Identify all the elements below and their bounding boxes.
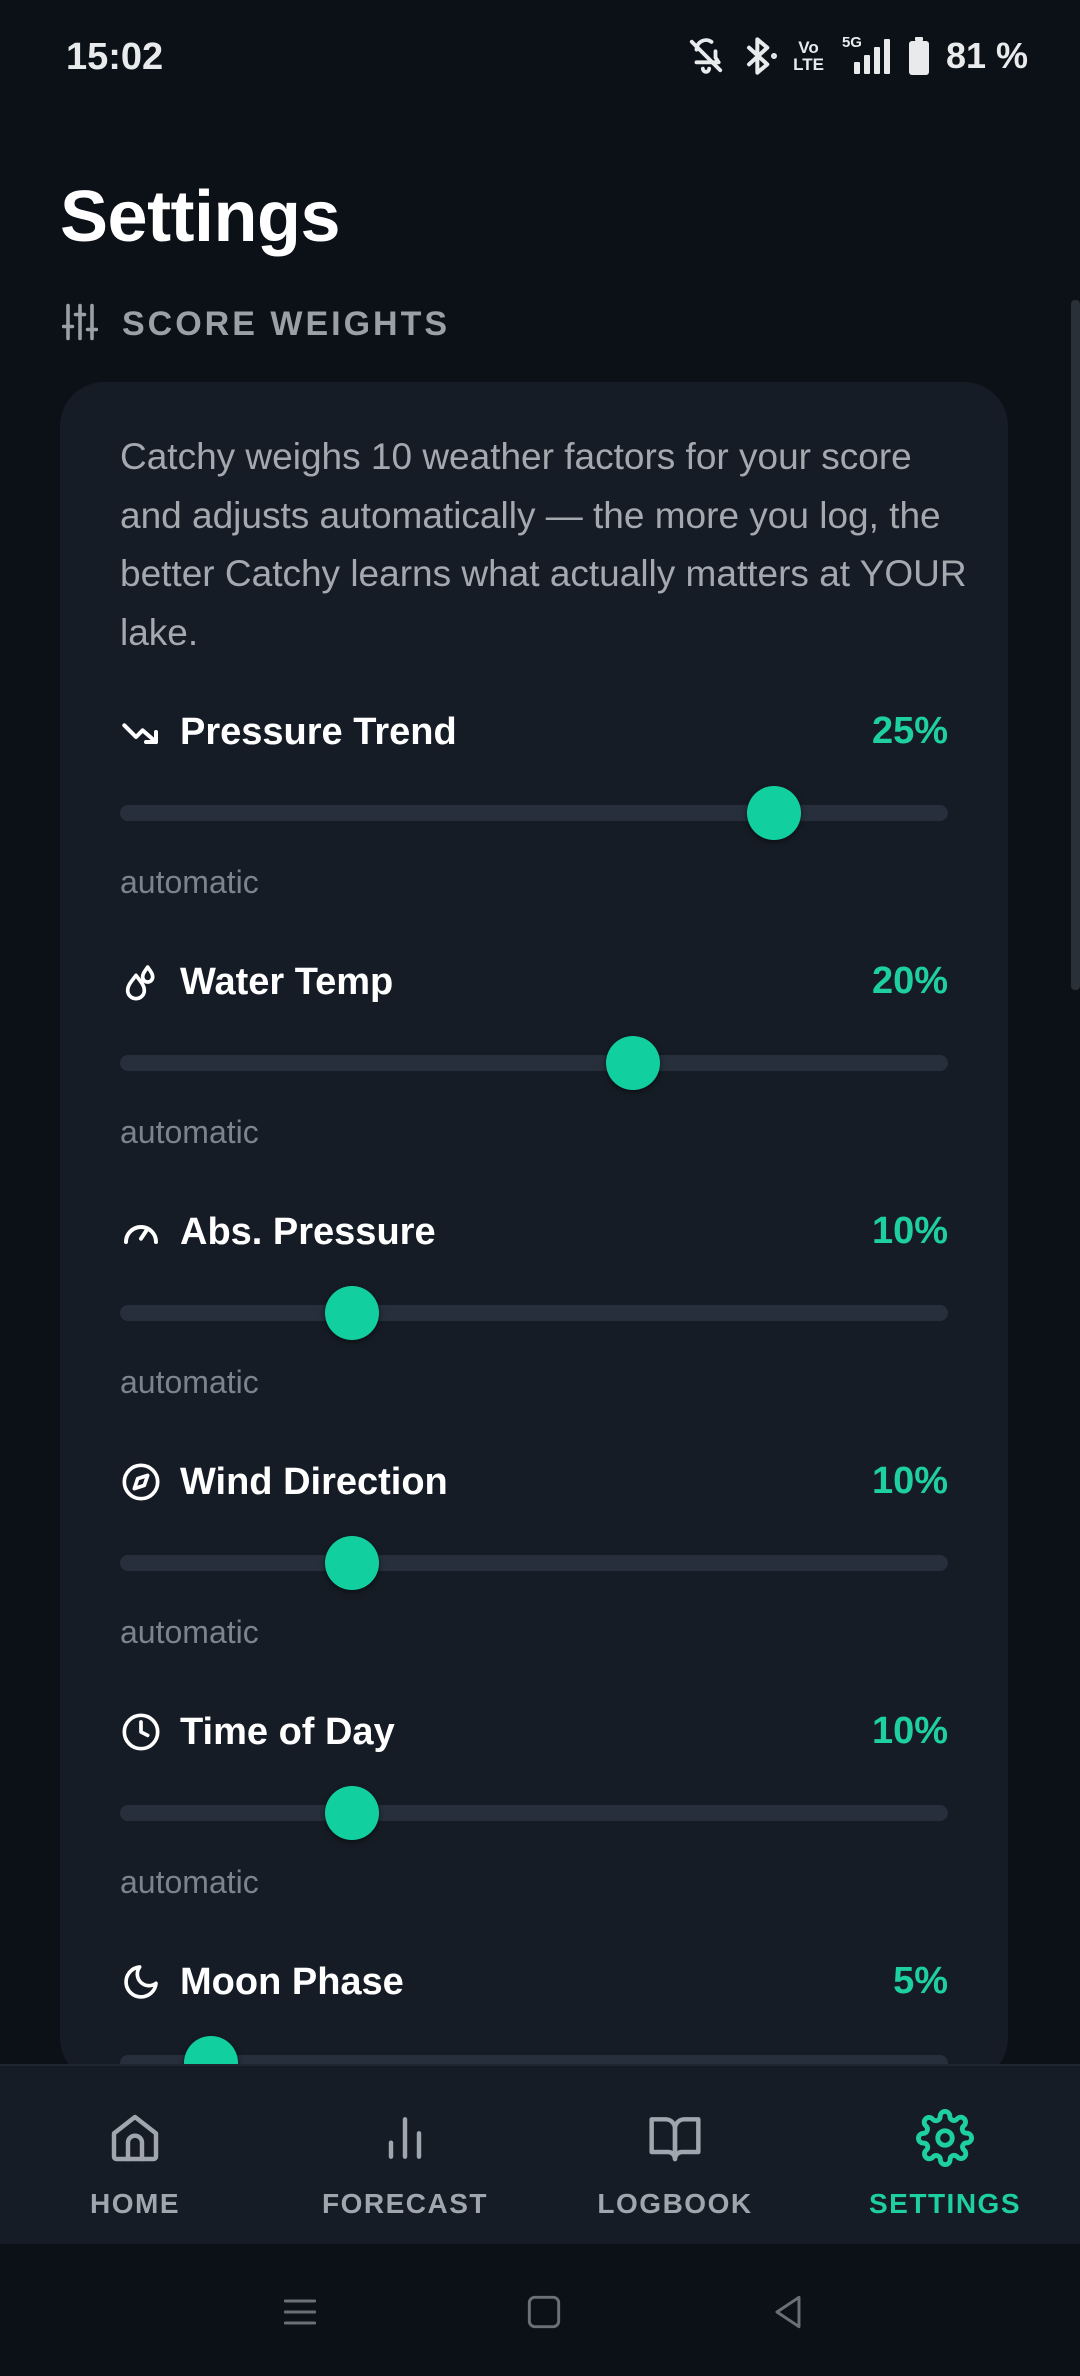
weight-mode: automatic	[120, 1614, 259, 1650]
weight-row-pressure-trend: Pressure Trend 25% automatic	[120, 702, 948, 922]
clock-icon	[120, 1711, 162, 1753]
weight-mode: automatic	[120, 1864, 259, 1900]
weight-slider-thumb[interactable]	[324, 1786, 379, 1840]
bell-off-icon	[687, 36, 725, 76]
trending-down-icon	[120, 711, 162, 753]
bottom-nav: HOME FORECAST LOGBOOK SETTINGS	[0, 2064, 1080, 2244]
page-title: Settings	[60, 177, 341, 257]
signal-icon: 5G	[838, 34, 894, 76]
battery-percent: 81 %	[945, 35, 1028, 76]
weight-row-water-temp: Water Temp 20% automatic	[120, 952, 948, 1172]
weight-row-time-of-day: Time of Day 10% automatic	[120, 1702, 948, 1922]
nav-forecast[interactable]: FORECAST	[270, 2066, 540, 2246]
droplets-icon	[120, 961, 162, 1003]
score-weights-card: Catchy weighs 10 weather factors for you…	[60, 382, 1008, 2150]
back-triangle-icon[interactable]	[760, 2284, 816, 2340]
weight-slider-track[interactable]	[120, 1305, 948, 1321]
weight-label: Moon Phase	[180, 1960, 404, 2003]
nav-logbook-label: LOGBOOK	[597, 2188, 753, 2219]
score-weights-description: Catchy weighs 10 weather factors for you…	[120, 436, 967, 653]
compass-icon	[120, 1461, 162, 1503]
scrollbar[interactable]	[1071, 300, 1080, 990]
home-icon	[105, 2108, 165, 2168]
bar-chart-icon	[375, 2108, 435, 2168]
weight-value: 5%	[893, 1960, 948, 2002]
weight-mode: automatic	[120, 1364, 259, 1400]
gauge-icon	[120, 1211, 162, 1253]
weight-slider-track[interactable]	[120, 1555, 948, 1571]
book-open-icon	[645, 2108, 705, 2168]
weight-slider-thumb[interactable]	[747, 786, 802, 840]
status-time: 15:02	[66, 36, 164, 78]
weight-slider-track[interactable]	[120, 1055, 948, 1071]
volte-bottom-label: LTE	[793, 55, 824, 74]
weight-value: 20%	[871, 960, 948, 1002]
weight-value: 10%	[871, 1710, 948, 1752]
weight-row-abs-pressure: Abs. Pressure 10% automatic	[120, 1202, 948, 1422]
weight-label: Wind Direction	[180, 1460, 448, 1503]
status-bar: 15:02 Vo LTE 5G 81 %	[0, 0, 1080, 116]
weight-value: 10%	[871, 1460, 948, 1502]
weight-label: Abs. Pressure	[180, 1210, 436, 1253]
sliders-icon	[61, 302, 99, 347]
weight-mode: automatic	[120, 864, 259, 900]
weight-value: 25%	[871, 710, 948, 752]
section-header: SCORE WEIGHTS	[61, 302, 451, 347]
nav-settings[interactable]: SETTINGS	[810, 2066, 1080, 2246]
battery-icon	[908, 36, 930, 76]
weight-row-wind-direction: Wind Direction 10% automatic	[120, 1452, 948, 1672]
weight-mode: automatic	[120, 1114, 259, 1150]
weight-label: Water Temp	[180, 960, 394, 1003]
weight-slider-track[interactable]	[120, 805, 948, 821]
network-type-label: 5G	[841, 34, 862, 51]
nav-home-label: HOME	[90, 2188, 180, 2219]
weight-slider-track[interactable]	[120, 1805, 948, 1821]
app-screen: 15:02 Vo LTE 5G 81 % Settings SCORE WEIG…	[0, 0, 1080, 2376]
menu-icon[interactable]	[272, 2284, 328, 2340]
nav-home[interactable]: HOME	[0, 2066, 270, 2246]
moon-icon	[120, 1961, 162, 2003]
weight-value: 10%	[871, 1210, 948, 1252]
weight-slider-thumb[interactable]	[324, 1536, 379, 1590]
weight-label: Pressure Trend	[180, 710, 457, 753]
nav-forecast-label: FORECAST	[322, 2188, 488, 2219]
weight-label: Time of Day	[180, 1710, 395, 1753]
weight-slider-thumb[interactable]	[606, 1036, 661, 1090]
status-icons: Vo LTE 5G 81 %	[687, 34, 1028, 78]
nav-settings-label: SETTINGS	[868, 2188, 1021, 2219]
volte-top-label: Vo	[798, 38, 819, 57]
section-label: SCORE WEIGHTS	[122, 304, 451, 343]
volte-icon: Vo LTE	[793, 39, 824, 73]
weight-slider-thumb[interactable]	[324, 1286, 379, 1340]
home-square-icon[interactable]	[516, 2284, 572, 2340]
nav-logbook[interactable]: LOGBOOK	[540, 2066, 810, 2246]
system-nav-bar	[0, 2244, 1080, 2376]
bluetooth-icon	[739, 36, 779, 76]
gear-icon	[915, 2108, 975, 2168]
